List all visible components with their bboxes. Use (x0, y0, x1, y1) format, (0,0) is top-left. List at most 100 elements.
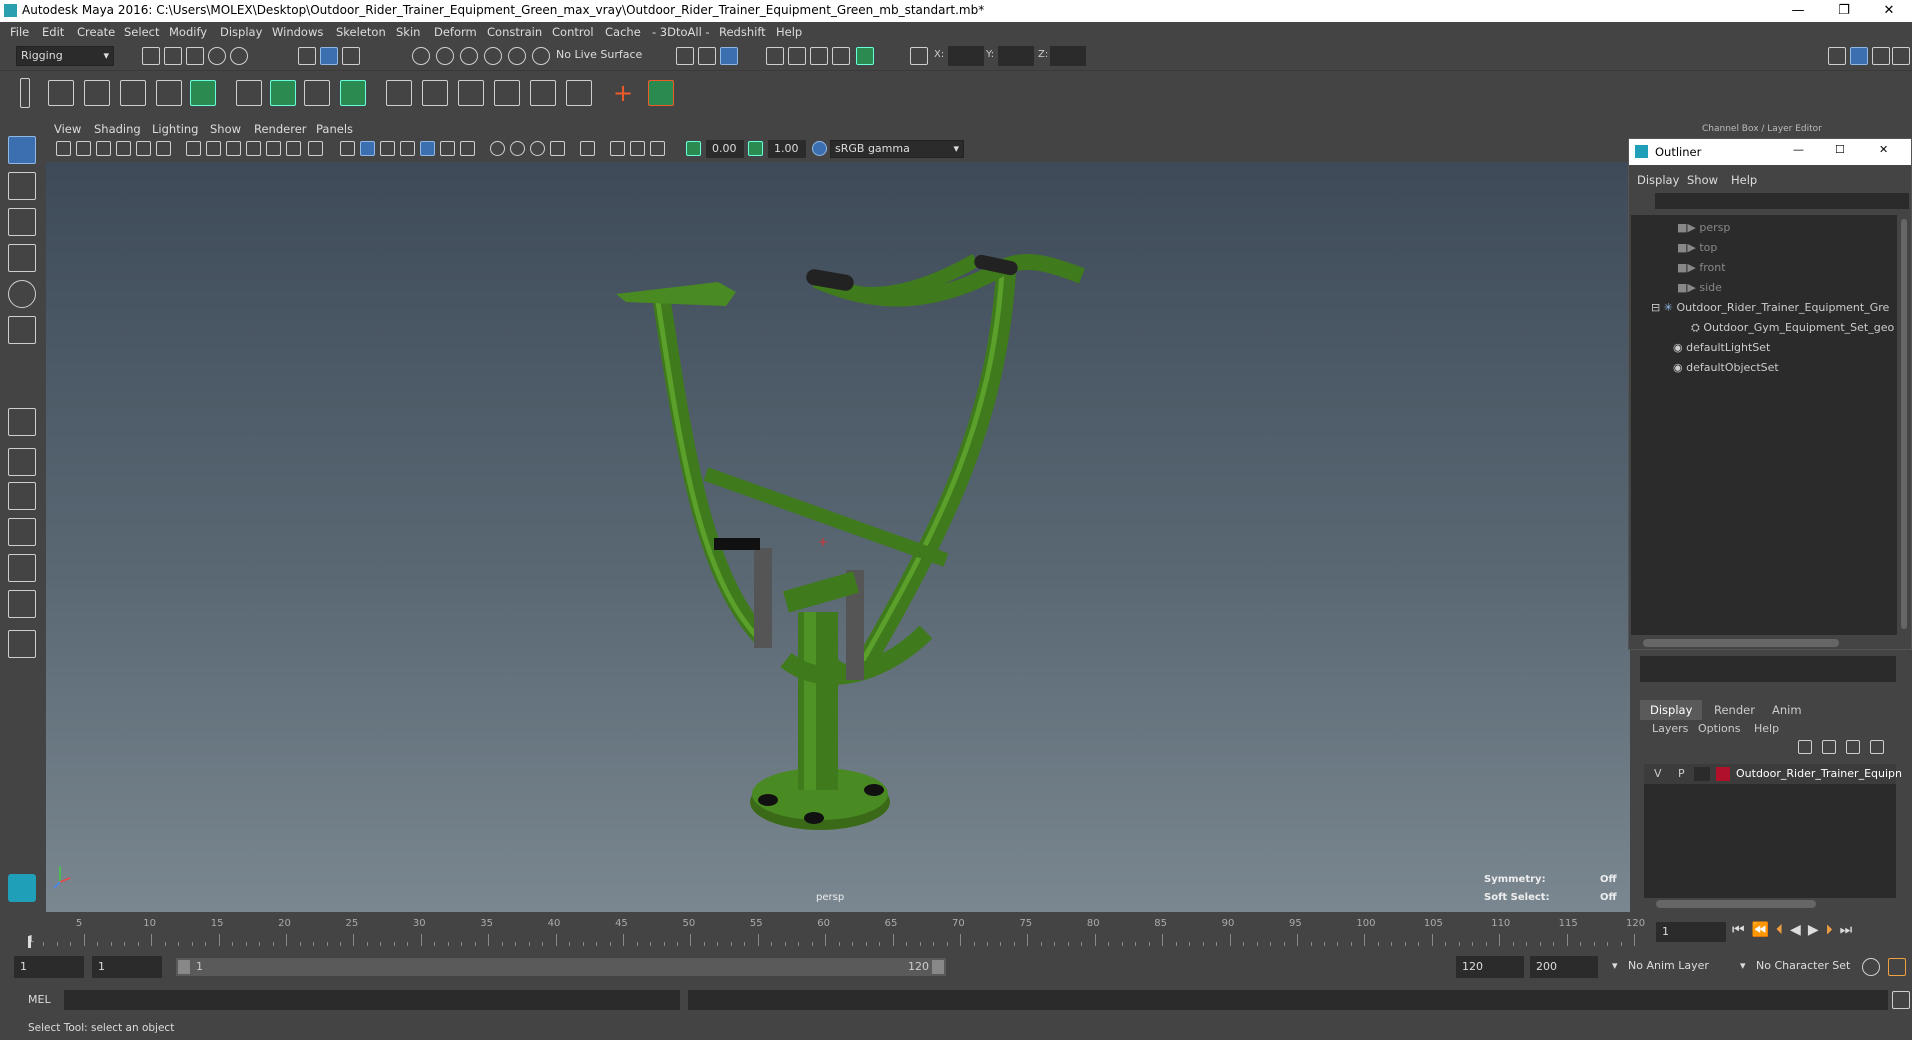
construction-history-icon[interactable] (720, 47, 738, 65)
four-view-icon[interactable] (8, 448, 36, 476)
modeling-toolkit-icon[interactable] (1828, 47, 1846, 65)
outliner-menu-help[interactable]: Help (1731, 173, 1757, 187)
image-plane-icon[interactable] (116, 141, 131, 156)
layer-color-swatch[interactable] (1716, 767, 1730, 781)
outliner-item-persp[interactable]: ■▶ persp (1677, 221, 1730, 234)
layer-menu-layers[interactable]: Layers (1652, 722, 1688, 735)
orient-constraint-icon[interactable] (530, 80, 556, 106)
render-settings-icon[interactable] (810, 47, 828, 65)
field-chart-icon[interactable] (266, 141, 281, 156)
outliner-item-lightset[interactable]: ◉ defaultLightSet (1673, 341, 1770, 354)
select-tool-icon[interactable] (8, 136, 36, 164)
vp-menu-lighting[interactable]: Lighting (152, 122, 198, 136)
vp-menu-show[interactable]: Show (210, 122, 241, 136)
layer-hscrollbar[interactable] (1656, 900, 1816, 908)
play-back-icon[interactable]: ◀ (1790, 922, 1808, 938)
go-to-end-icon[interactable]: ⏭ (1840, 922, 1860, 938)
bind-skin-icon[interactable] (386, 80, 412, 106)
menu-constrain[interactable]: Constrain (487, 25, 542, 39)
parent-constraint-icon[interactable] (566, 80, 592, 106)
colorspace-selector[interactable]: sRGB gamma ▾ (830, 140, 964, 158)
snap-surface-icon[interactable] (508, 47, 526, 65)
ipr-render-icon[interactable] (788, 47, 806, 65)
grease-pencil-icon[interactable] (156, 141, 171, 156)
safe-title-icon[interactable] (308, 141, 323, 156)
outliner-item-side[interactable]: ■▶ side (1677, 281, 1722, 294)
y-field[interactable] (998, 46, 1034, 66)
close-button[interactable]: ✕ (1866, 0, 1912, 22)
backface-culling-icon[interactable] (650, 141, 665, 156)
select-object-icon[interactable] (320, 47, 338, 65)
outliner-search-input[interactable] (1655, 193, 1909, 209)
menu-create[interactable]: Create (77, 25, 115, 39)
gamma-icon[interactable] (748, 141, 763, 156)
anti-aliasing-icon[interactable] (510, 141, 525, 156)
lattice-icon[interactable] (270, 80, 296, 106)
blend-shape-icon[interactable] (340, 80, 366, 106)
minimize-icon[interactable]: — (1793, 143, 1804, 156)
z-field[interactable] (1050, 46, 1086, 66)
anim-layer-selector[interactable]: ▾ No Anim Layer (1608, 957, 1742, 977)
layer-menu-help[interactable]: Help (1754, 722, 1779, 735)
locator-icon[interactable]: + (610, 80, 636, 106)
ambient-occlusion-icon[interactable] (460, 141, 475, 156)
outliner-item-front[interactable]: ■▶ front (1677, 261, 1726, 274)
restore-button[interactable]: ❐ (1821, 0, 1867, 22)
menu-modify[interactable]: Modify (169, 25, 207, 39)
paint-select-icon[interactable] (8, 208, 36, 236)
ik-handle-icon[interactable] (84, 80, 110, 106)
outliner-hscrollbar[interactable] (1643, 639, 1839, 647)
tab-display[interactable]: Display (1640, 700, 1703, 720)
live-surface-field[interactable]: No Live Surface (552, 46, 648, 66)
step-back-icon[interactable]: ⏪ (1752, 922, 1776, 938)
vp-menu-panels[interactable]: Panels (316, 122, 353, 136)
exposure-icon[interactable] (686, 141, 701, 156)
snap-view-icon[interactable] (484, 47, 502, 65)
menu-file[interactable]: File (10, 25, 29, 39)
menu-cache[interactable]: Cache (605, 25, 641, 39)
command-language-label[interactable]: MEL (28, 993, 51, 1006)
open-scene-icon[interactable] (164, 47, 182, 65)
maximize-icon[interactable]: ☐ (1835, 143, 1845, 156)
cluster-icon[interactable] (236, 80, 262, 106)
x-field[interactable] (948, 46, 984, 66)
play-forward-icon[interactable]: ▶ (1808, 922, 1826, 938)
custom-layout-icon[interactable] (8, 630, 36, 658)
xray-joints-icon[interactable] (610, 141, 625, 156)
maya-home-icon[interactable] (8, 874, 36, 902)
close-icon[interactable]: ✕ (1879, 143, 1888, 156)
playback-end-field[interactable]: 120 (1456, 956, 1524, 978)
camera-select-icon[interactable] (56, 141, 71, 156)
tab-render[interactable]: Render (1704, 700, 1765, 720)
safe-action-icon[interactable] (286, 141, 301, 156)
render-frame-icon[interactable] (766, 47, 784, 65)
joint-tool-icon[interactable] (48, 80, 74, 106)
tool-settings-icon[interactable] (1872, 47, 1890, 65)
range-start-handle[interactable] (178, 960, 190, 974)
smooth-shade-icon[interactable] (360, 141, 375, 156)
xray-icon[interactable] (580, 141, 595, 156)
film-gate-icon[interactable] (206, 141, 221, 156)
shadows-icon[interactable] (440, 141, 455, 156)
menu-3dtoall[interactable]: - 3DtoAll - (652, 25, 710, 39)
new-layer-icon[interactable] (1846, 740, 1860, 754)
rotate-tool-icon[interactable] (8, 280, 36, 308)
go-to-start-icon[interactable]: ⏮ (1732, 922, 1752, 938)
channel-box-icon[interactable] (1892, 47, 1910, 65)
layer-playback-toggle[interactable]: P (1678, 767, 1685, 780)
2d-pan-icon[interactable] (136, 141, 151, 156)
mirror-joint-icon[interactable] (156, 80, 182, 106)
outliner-menu-display[interactable]: Display (1637, 173, 1679, 187)
menu-edit[interactable]: Edit (42, 25, 64, 39)
command-input[interactable] (64, 990, 680, 1010)
lasso-tool-icon[interactable] (8, 172, 36, 200)
scale-tool-icon[interactable] (8, 316, 36, 344)
start-frame-field[interactable]: 1 (14, 956, 84, 978)
new-scene-icon[interactable] (142, 47, 160, 65)
output-ops-icon[interactable] (698, 47, 716, 65)
move-layer-up-icon[interactable] (1798, 740, 1812, 754)
snap-vertex-icon[interactable] (532, 47, 550, 65)
step-forward-key-icon[interactable]: ⏵ (1826, 922, 1840, 938)
persp-graph-icon[interactable] (8, 518, 36, 546)
collapse-icon[interactable]: ⊟ (1651, 301, 1660, 314)
